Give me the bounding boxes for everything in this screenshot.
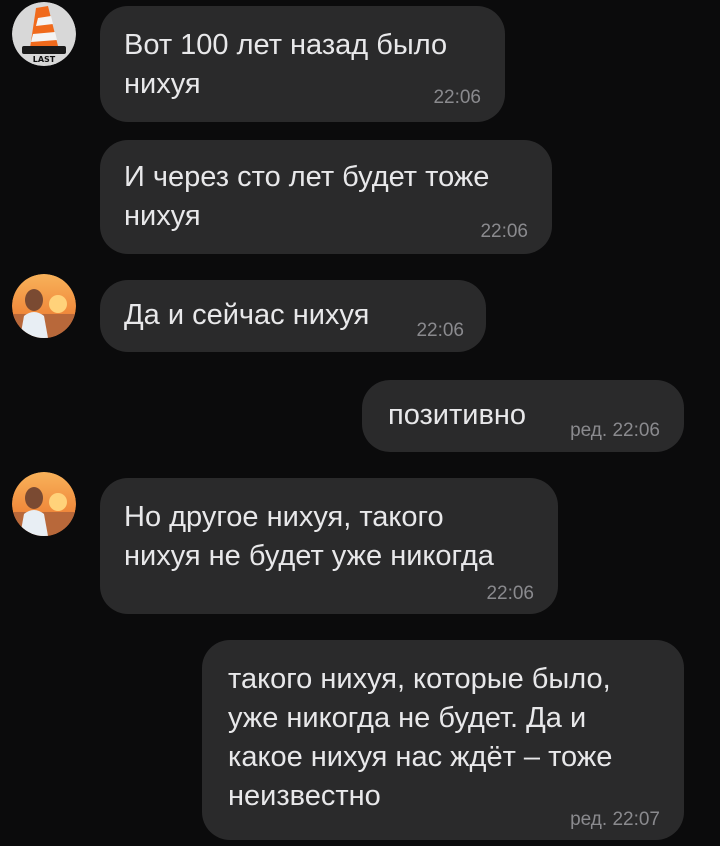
message-bubble[interactable]: Но другое нихуя, такого нихуя не будет у… xyxy=(100,478,558,614)
message-time: 22:06 xyxy=(416,320,464,341)
message-text: такого нихуя, которые было, уже никогда … xyxy=(228,663,613,812)
message-bubble[interactable]: И через сто лет будет тоже нихуя 22:06 xyxy=(100,140,552,254)
sender-avatar-cone[interactable]: LAST xyxy=(12,2,76,66)
message-bubble[interactable]: Вот 100 лет назад было нихуя 22:06 xyxy=(100,6,505,122)
traffic-cone-icon: LAST xyxy=(12,2,76,66)
chat-view[interactable]: LAST Вот 100 лет назад было нихуя 22:06 … xyxy=(0,0,720,846)
message-bubble-outgoing[interactable]: такого нихуя, которые было, уже никогда … xyxy=(202,640,684,840)
message-text: Но другое нихуя, такого нихуя не будет у… xyxy=(124,501,494,572)
message-time: 22:06 xyxy=(612,420,660,441)
message-time: 22:07 xyxy=(612,809,660,830)
message-time: 22:06 xyxy=(433,87,481,108)
sunset-photo-icon xyxy=(12,274,76,338)
edited-label: ред. xyxy=(570,420,608,441)
sender-avatar-sunset[interactable] xyxy=(12,274,76,338)
message-time: 22:06 xyxy=(480,221,528,242)
message-meta: ред. 22:06 xyxy=(570,421,660,441)
message-meta: ред. 22:07 xyxy=(570,810,660,830)
message-bubble[interactable]: Да и сейчас нихуя 22:06 xyxy=(100,280,486,352)
message-bubble-outgoing[interactable]: позитивно ред. 22:06 xyxy=(362,380,684,452)
message-time: 22:06 xyxy=(486,583,534,604)
sunset-photo-icon xyxy=(12,472,76,536)
sender-avatar-sunset[interactable] xyxy=(12,472,76,536)
edited-label: ред. xyxy=(570,809,608,830)
avatar-caption: LAST xyxy=(33,55,56,64)
